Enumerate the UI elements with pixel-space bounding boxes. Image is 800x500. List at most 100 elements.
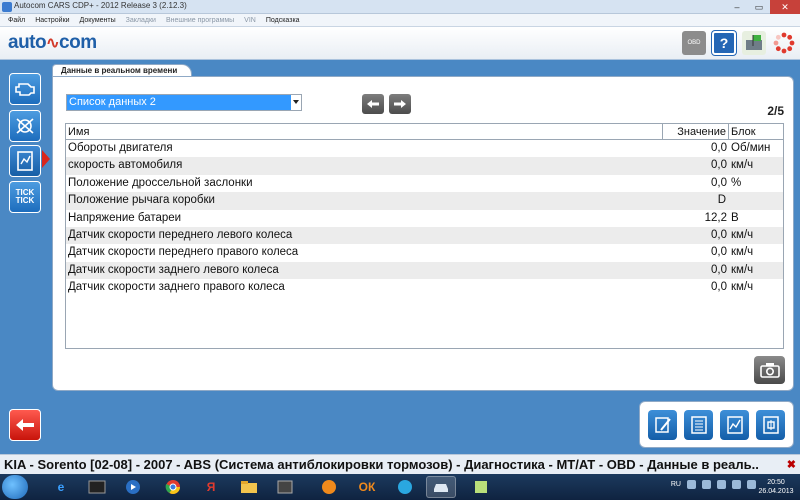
autocom-logo: auto∿com	[8, 32, 97, 54]
terminal-icon[interactable]	[82, 476, 112, 498]
data-list-selected: Список данных 2	[67, 95, 291, 110]
skype-icon[interactable]	[390, 476, 420, 498]
tray-icon[interactable]	[717, 480, 726, 489]
row-value: 0,0	[711, 142, 727, 154]
menu-vin[interactable]: VIN	[244, 17, 256, 24]
row-name: Датчик скорости заднего правого колеса	[68, 281, 285, 294]
data-list-select[interactable]: Список данных 2	[66, 94, 302, 111]
snapshot-button[interactable]	[754, 356, 785, 384]
explorer-icon[interactable]	[234, 476, 264, 498]
header-tools: OBD ?	[682, 31, 796, 55]
help-icon[interactable]: ?	[712, 31, 736, 55]
live-data-table: Имя Значение Блок Обороты двигателя 0,0 Об…	[65, 123, 784, 349]
media-icon[interactable]	[118, 476, 148, 498]
menu-bookmarks[interactable]: Закладки	[126, 17, 156, 24]
header-name[interactable]: Имя	[66, 124, 663, 139]
list-icon[interactable]	[684, 410, 713, 440]
row-unit: В	[731, 211, 739, 224]
row-unit: Об/мин	[731, 142, 771, 154]
table-row[interactable]: скорость автомобиля 0,0 км/ч	[66, 157, 783, 175]
table-header: Имя Значение Блок	[66, 124, 783, 140]
menu-documents[interactable]: Документы	[80, 17, 116, 24]
row-name: Положение дроссельной заслонки	[68, 176, 253, 189]
row-name: Датчик скорости переднего правого колеса	[68, 246, 299, 259]
table-row[interactable]: Напряжение батареи 12,2 В	[66, 210, 783, 227]
bottom-toolbar	[639, 401, 794, 448]
menu-help[interactable]: Подсказка	[266, 17, 300, 24]
player-icon[interactable]	[270, 476, 300, 498]
network-icon[interactable]	[732, 480, 741, 489]
logo-left: auto	[8, 32, 47, 53]
tick-tick-label: TICK TICK	[16, 189, 35, 205]
window-controls: – ▭ ✕	[726, 0, 800, 14]
table-row[interactable]: Датчик скорости заднего левого колеса 0,0…	[66, 261, 783, 280]
breadcrumb-text: KIA - Sorento [02-08] - 2007 - ABS (Сист…	[4, 457, 759, 472]
start-button[interactable]	[2, 475, 28, 499]
maximize-icon[interactable]: ▭	[748, 0, 770, 14]
next-page-button[interactable]	[389, 94, 411, 114]
close-icon[interactable]: ✖	[787, 458, 796, 471]
obd-label: OBD	[687, 40, 701, 46]
help-label: ?	[719, 35, 729, 51]
row-unit: км/ч	[731, 228, 754, 241]
ie-icon[interactable]: e	[46, 476, 76, 498]
header-value[interactable]: Значение	[663, 124, 729, 139]
tray-icon[interactable]	[702, 480, 711, 489]
abs-icon[interactable]	[9, 110, 41, 142]
row-value: 0,0	[711, 246, 727, 259]
yandex-icon[interactable]: Я	[196, 476, 226, 498]
row-unit: км/ч	[731, 159, 754, 172]
row-name: Обороты двигателя	[68, 142, 173, 154]
back-button[interactable]	[9, 409, 41, 441]
clock[interactable]: 20:50 26.04.2013	[756, 478, 796, 496]
table-row[interactable]: Датчик скорости переднего левого колеса 0…	[66, 226, 783, 245]
arrow-right-icon	[394, 100, 406, 108]
breadcrumb: KIA - Sorento [02-08] - 2007 - ABS (Сист…	[0, 454, 800, 474]
language-indicator[interactable]: RU	[671, 481, 681, 488]
engine-icon[interactable]	[9, 73, 41, 105]
clock-date: 26.04.2013	[758, 488, 794, 495]
window-titlebar: Autocom CARS CDP+ - 2012 Release 3 (2.12…	[0, 0, 800, 14]
row-name: Датчик скорости заднего левого колеса	[68, 263, 279, 276]
autocom-task-icon[interactable]	[426, 476, 456, 498]
menu-settings[interactable]: Настройки	[35, 17, 69, 24]
tick-tick-icon[interactable]: TICK TICK	[9, 181, 41, 213]
graph-icon[interactable]	[720, 410, 749, 440]
table-row[interactable]: Обороты двигателя 0,0 Об/мин	[66, 140, 783, 157]
os-taskbar: e Я ОК RU 20:50 26.04.2013	[0, 474, 800, 500]
menu-external-programs[interactable]: Внешние программы	[166, 17, 234, 24]
table-row[interactable]: Датчик скорости заднего правого колеса 0,…	[66, 279, 783, 296]
volume-icon[interactable]	[747, 480, 756, 489]
kmplayer-icon[interactable]	[314, 476, 344, 498]
app-task-icon[interactable]	[466, 476, 496, 498]
system-tray: RU	[671, 480, 756, 489]
close-window-icon[interactable]: ✕	[770, 0, 800, 14]
connect-flag-icon[interactable]	[742, 31, 766, 55]
table-body: Обороты двигателя 0,0 Об/мин скорость авто…	[66, 140, 783, 297]
row-name: скорость автомобиля	[68, 159, 183, 172]
row-unit	[729, 192, 783, 209]
spinner-icon	[772, 31, 796, 55]
logo-right: com	[59, 32, 97, 53]
active-indicator-arrow	[42, 150, 50, 168]
clock-time: 20:50	[767, 479, 785, 486]
realtime-data-icon[interactable]	[9, 145, 41, 177]
row-name: Положение рычага коробки	[68, 194, 215, 207]
header-unit[interactable]: Блок	[729, 124, 783, 139]
edit-icon[interactable]	[648, 410, 677, 440]
menu-file[interactable]: Файл	[8, 17, 25, 24]
table-row[interactable]: Положение дроссельной заслонки 0,0%	[66, 175, 783, 192]
odnoklassniki-icon[interactable]: ОК	[352, 476, 382, 498]
obd-icon[interactable]: OBD	[682, 31, 706, 55]
row-value: 0,0	[711, 281, 727, 294]
row-name: Напряжение батареи	[68, 211, 182, 224]
row-value: D	[717, 194, 726, 207]
row-value: 0,0	[711, 159, 727, 172]
print-icon[interactable]	[756, 410, 785, 440]
table-row[interactable]: Датчик скорости переднего правого колеса…	[66, 244, 783, 261]
minimize-icon[interactable]: –	[726, 0, 748, 14]
chrome-icon[interactable]	[158, 476, 188, 498]
table-row[interactable]: Положение рычага коробки D	[66, 192, 783, 210]
tray-icon[interactable]	[687, 480, 696, 489]
prev-page-button[interactable]	[362, 94, 384, 114]
